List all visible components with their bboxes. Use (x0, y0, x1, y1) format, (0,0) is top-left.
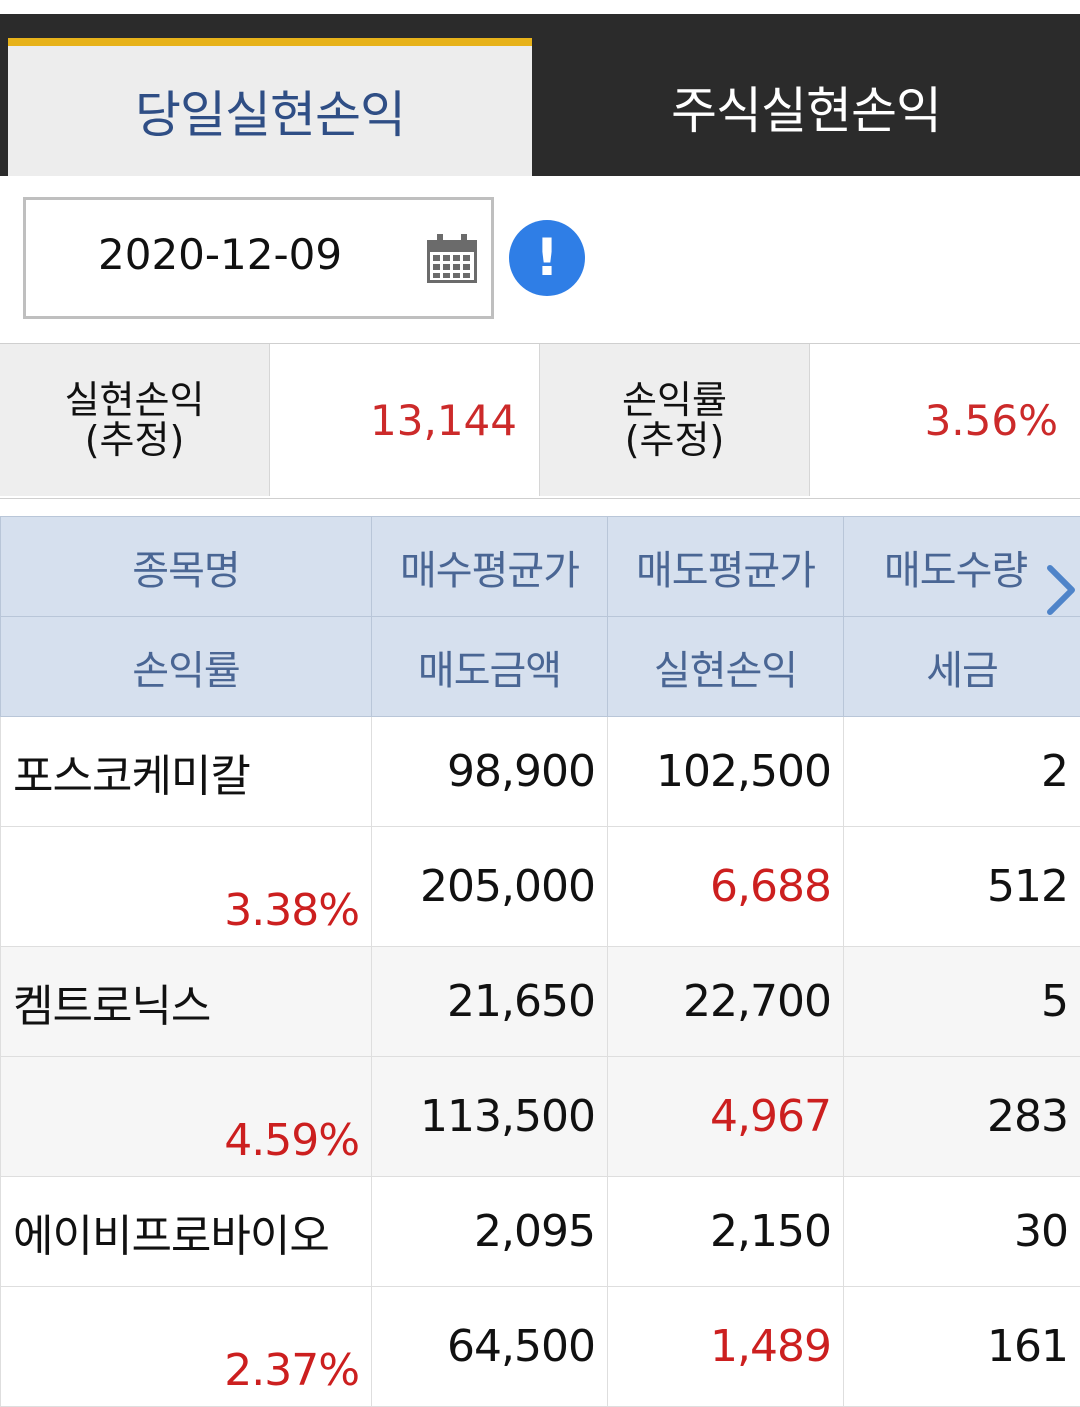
realized-profit-value: 13,144 (270, 344, 540, 496)
tax: 512 (844, 827, 1080, 947)
col-header-sell-avg: 매도평균가 (608, 517, 844, 617)
col-header-buy-avg: 매수평균가 (372, 517, 608, 617)
calendar-icon[interactable] (424, 230, 480, 286)
table-row[interactable]: 3.38% 205,000 6,688 512 (1, 827, 1080, 947)
info-icon[interactable]: ! (509, 220, 585, 296)
table-row[interactable]: 포스코케미칼 98,900 102,500 2 (1, 717, 1080, 827)
sell-avg: 102,500 (608, 717, 844, 827)
stock-name: 켐트로닉스 (1, 947, 372, 1057)
table-row[interactable]: 4.59% 113,500 4,967 283 (1, 1057, 1080, 1177)
profit-rate-label: 손익률(추정) (540, 344, 810, 496)
date-picker[interactable]: 2020-12-09 (23, 197, 494, 319)
sell-avg: 2,150 (608, 1177, 844, 1287)
sell-avg: 22,700 (608, 947, 844, 1057)
profit-rate-label-line2: (추정) (622, 420, 727, 460)
tax: 283 (844, 1057, 1080, 1177)
buy-avg: 2,095 (372, 1177, 608, 1287)
header-row: 종목명 매수평균가 매도평균가 매도수량 (1, 517, 1080, 617)
tax: 161 (844, 1287, 1080, 1407)
profit-rate: 3.38% (1, 827, 372, 947)
sell-qty: 2 (844, 717, 1080, 827)
profit-rate-value: 3.56% (810, 344, 1080, 496)
table-row[interactable]: 2.37% 64,500 1,489 161 (1, 1287, 1080, 1407)
sell-amount: 113,500 (372, 1057, 608, 1177)
table-row[interactable]: 켐트로닉스 21,650 22,700 5 (1, 947, 1080, 1057)
col-header-sell-amount: 매도금액 (372, 617, 608, 717)
profit-rate: 4.59% (1, 1057, 372, 1177)
col-header-stock-name: 종목명 (1, 517, 372, 617)
table-row[interactable]: 에이비프로바이오 2,095 2,150 30 (1, 1177, 1080, 1287)
stock-name: 포스코케미칼 (1, 717, 372, 827)
col-header-realized: 실현손익 (608, 617, 844, 717)
buy-avg: 98,900 (372, 717, 608, 827)
buy-avg: 21,650 (372, 947, 608, 1057)
col-header-tax: 세금 (844, 617, 1080, 717)
profit-rate: 2.37% (1, 1287, 372, 1407)
realized-profit-table: 종목명 매수평균가 매도평균가 매도수량 손익률 매도금액 실현손익 세금 포스… (0, 516, 1080, 1407)
stock-name: 에이비프로바이오 (1, 1177, 372, 1287)
tab-daily-realized[interactable]: 당일실현손익 (8, 38, 532, 176)
sell-qty: 5 (844, 947, 1080, 1057)
date-value: 2020-12-09 (98, 230, 342, 279)
tab-stock-realized[interactable]: 주식실현손익 (532, 38, 1080, 176)
summary-panel: 실현손익(추정) 13,144 손익률(추정) 3.56% (0, 343, 1080, 499)
chevron-right-icon[interactable] (1044, 560, 1078, 620)
profit-rate-label-line1: 손익률 (622, 380, 727, 420)
sell-amount: 205,000 (372, 827, 608, 947)
header-row: 손익률 매도금액 실현손익 세금 (1, 617, 1080, 717)
col-header-rate: 손익률 (1, 617, 372, 717)
realized-profit: 1,489 (608, 1287, 844, 1407)
sell-amount: 64,500 (372, 1287, 608, 1407)
realized-profit-label-line1: 실현손익 (65, 380, 205, 420)
realized-profit-label-line2: (추정) (65, 420, 205, 460)
realized-profit: 4,967 (608, 1057, 844, 1177)
realized-profit: 6,688 (608, 827, 844, 947)
sell-qty: 30 (844, 1177, 1080, 1287)
tab-bar: 당일실현손익 주식실현손익 (0, 18, 1080, 176)
realized-profit-label: 실현손익(추정) (0, 344, 270, 496)
